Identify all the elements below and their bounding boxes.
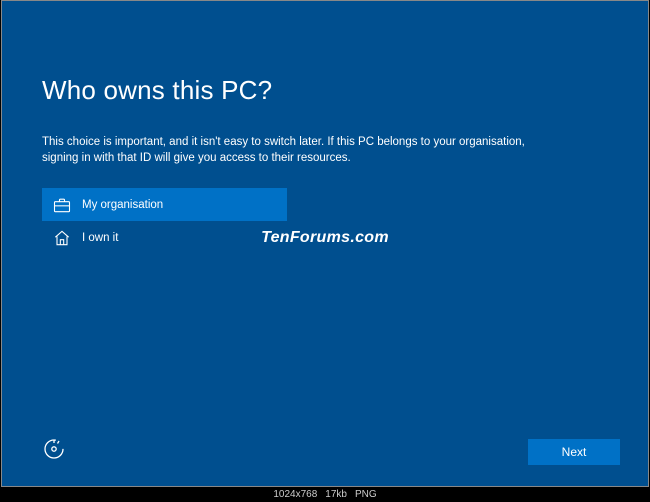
page-title: Who owns this PC? (42, 75, 608, 106)
option-my-organisation[interactable]: My organisation (42, 188, 287, 221)
image-info-bar: 1024x768 17kb PNG (0, 487, 650, 501)
watermark-text: TenForums.com (2, 229, 648, 247)
description-text: This choice is important, and it isn't e… (42, 134, 562, 166)
ease-of-access-button[interactable] (42, 437, 66, 466)
main-content: Who owns this PC? This choice is importa… (2, 1, 648, 254)
next-button[interactable]: Next (528, 439, 620, 465)
image-format: PNG (355, 489, 377, 500)
image-dimensions: 1024x768 (273, 489, 317, 500)
briefcase-icon (42, 195, 82, 215)
windows-setup-screen: Who owns this PC? This choice is importa… (1, 0, 649, 487)
option-label: My organisation (82, 199, 163, 211)
image-size: 17kb (325, 489, 347, 500)
footer-bar: Next (42, 437, 620, 466)
